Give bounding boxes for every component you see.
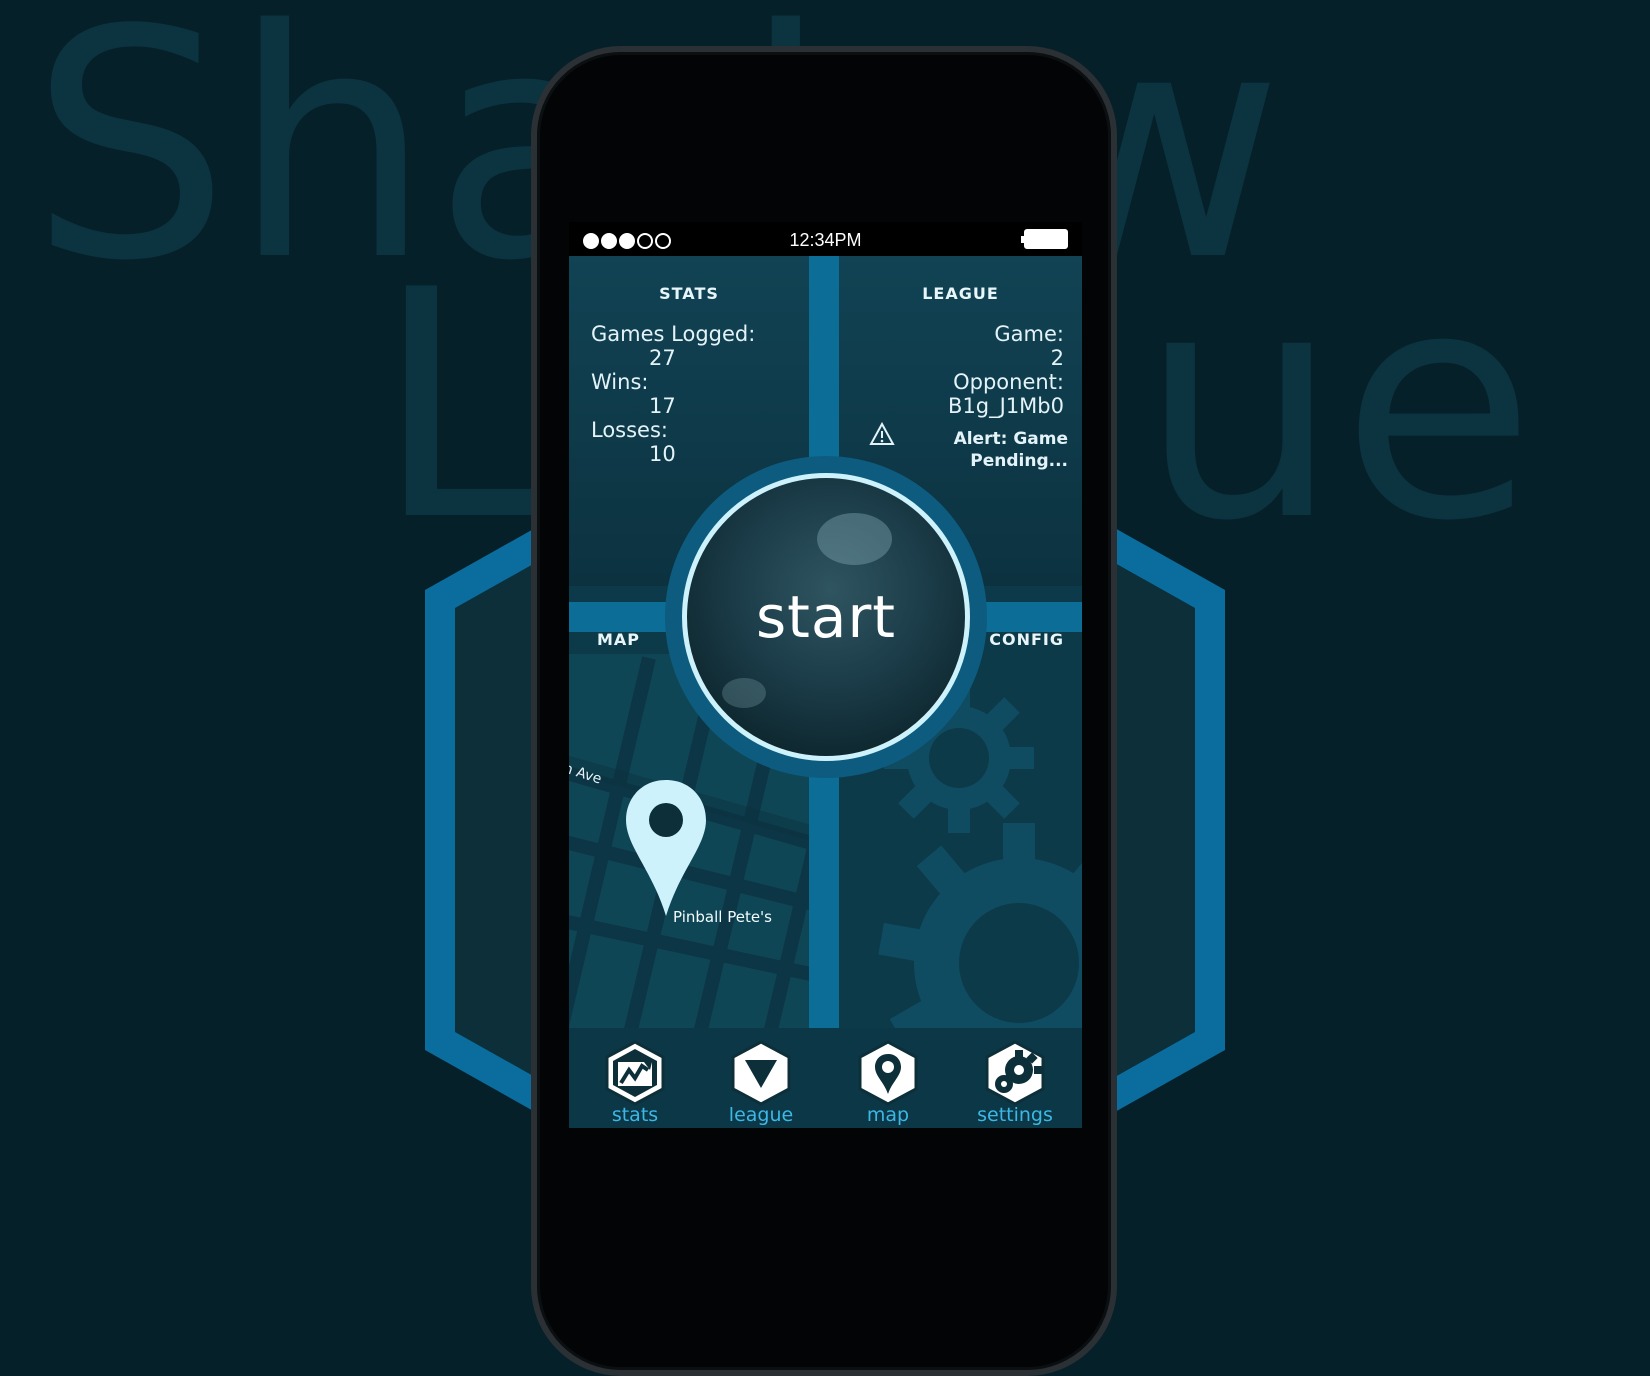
start-button[interactable]: start xyxy=(682,473,970,761)
settings-icon xyxy=(985,1040,1045,1106)
start-button-highlight xyxy=(817,513,892,565)
tab-settings[interactable]: settings xyxy=(952,1028,1078,1128)
config-title: CONFIG xyxy=(989,630,1064,649)
warning-icon xyxy=(869,422,895,445)
game-label: Game: xyxy=(994,322,1064,346)
stats-title: STATS xyxy=(659,284,719,303)
tab-stats-label: stats xyxy=(611,1104,659,1126)
tab-map-label: map xyxy=(866,1104,910,1126)
opponent-label: Opponent: xyxy=(953,370,1064,394)
games-logged-label: Games Logged: xyxy=(591,322,756,346)
losses-value: 10 xyxy=(649,442,676,466)
games-logged-value: 27 xyxy=(649,346,676,370)
tab-league[interactable]: league xyxy=(698,1028,824,1128)
tab-bar: stats league map settings xyxy=(569,1028,1082,1128)
status-time: 12:34PM xyxy=(789,230,862,250)
place-label: Pinball Pete's xyxy=(673,908,772,926)
wins-label: Wins: xyxy=(591,370,649,394)
map-pin-icon[interactable] xyxy=(622,778,710,918)
start-button-highlight xyxy=(722,678,766,708)
wins-value: 17 xyxy=(649,394,676,418)
tab-map[interactable]: map xyxy=(825,1028,951,1128)
map-pin-icon xyxy=(858,1040,918,1106)
battery-icon xyxy=(1021,229,1068,249)
alert-line2: Pending... xyxy=(970,451,1068,471)
alert-line1: Alert: Game xyxy=(953,429,1068,449)
league-title: LEAGUE xyxy=(922,284,999,303)
tab-settings-label: settings xyxy=(977,1104,1053,1126)
losses-label: Losses: xyxy=(591,418,668,442)
map-title: MAP xyxy=(597,630,641,649)
game-value: 2 xyxy=(1050,346,1064,370)
opponent-value: B1g_J1Mb0 xyxy=(948,394,1064,418)
status-bar: 12:34PM xyxy=(569,222,1082,256)
tab-league-label: league xyxy=(728,1104,794,1126)
start-label: start xyxy=(755,583,897,651)
stats-icon xyxy=(605,1040,665,1106)
tab-stats[interactable]: stats xyxy=(572,1028,698,1128)
league-icon xyxy=(731,1040,791,1106)
